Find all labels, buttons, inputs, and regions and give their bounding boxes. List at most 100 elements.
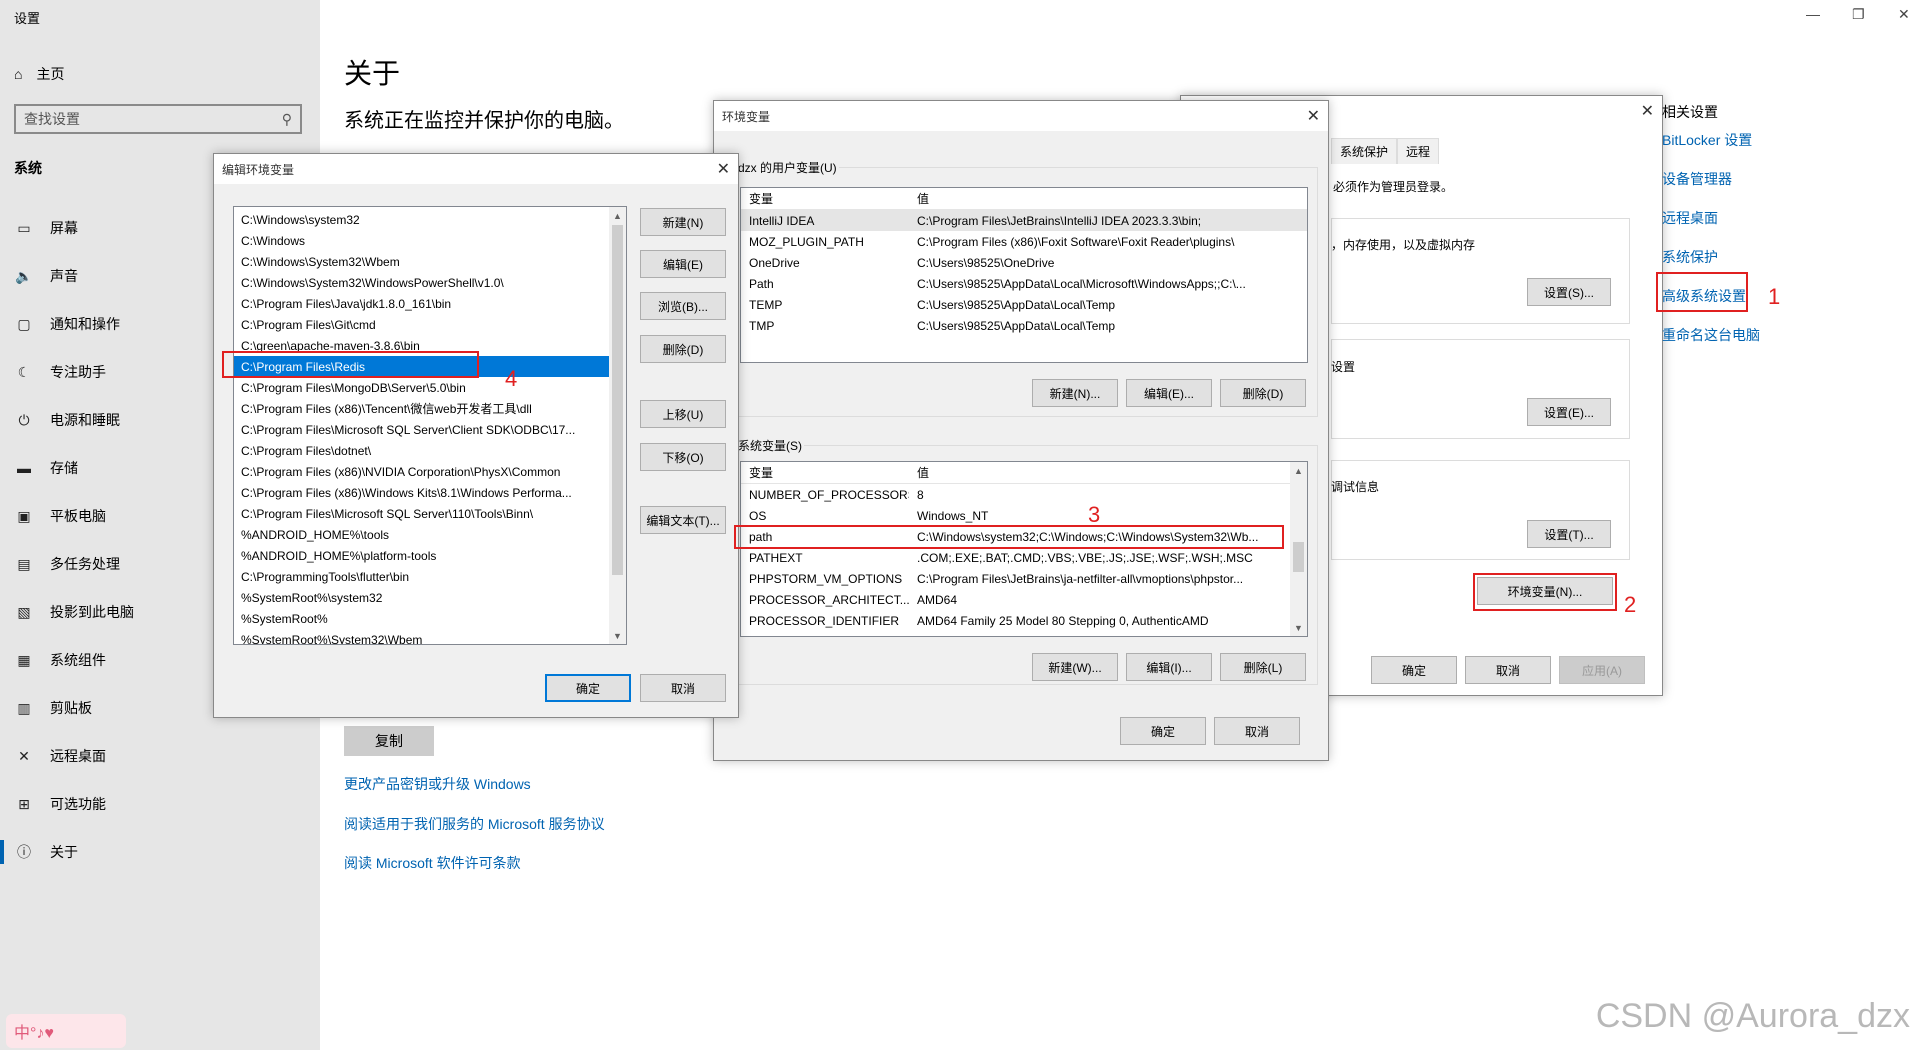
- path-entry[interactable]: C:\Program Files\Git\cmd: [234, 314, 609, 335]
- path-entry[interactable]: %ANDROID_HOME%\platform-tools: [234, 545, 609, 566]
- restore-button[interactable]: ❐: [1852, 6, 1865, 23]
- user-var-row[interactable]: IntelliJ IDEA C:\Program Files\JetBrains\…: [741, 210, 1307, 231]
- close-window-button[interactable]: ✕: [1898, 6, 1910, 23]
- user-var-row[interactable]: MOZ_PLUGIN_PATH C:\Program Files (x86)\Fo…: [741, 231, 1307, 252]
- nav-home[interactable]: ⌂ 主页: [14, 64, 64, 84]
- var-name: NUMBER_OF_PROCESSORS: [749, 487, 909, 502]
- system-var-row[interactable]: NUMBER_OF_PROCESSORS 8: [741, 484, 1290, 505]
- nav-item[interactable]: ⓘ 关于: [0, 828, 320, 876]
- tab-system-protection[interactable]: 系统保护: [1331, 138, 1398, 164]
- move-down-button[interactable]: 下移(O): [640, 443, 726, 471]
- minimize-button[interactable]: —: [1806, 6, 1820, 22]
- path-entry[interactable]: C:\ProgrammingTools\flutter\bin: [234, 566, 609, 587]
- path-entry[interactable]: C:\Program Files (x86)\Windows Kits\8.1\…: [234, 482, 609, 503]
- system-vars-scrollbar[interactable]: ▲ ▼: [1290, 462, 1307, 636]
- scroll-up-icon[interactable]: ▲: [1290, 462, 1307, 479]
- system-vars-list[interactable]: 变量 值 NUMBER_OF_PROCESSORS 8 OS Windows_NT pa…: [740, 461, 1308, 637]
- path-entry[interactable]: C:\Windows: [234, 230, 609, 251]
- license-terms-link[interactable]: 阅读 Microsoft 软件许可条款: [344, 853, 521, 873]
- service-agreement-link[interactable]: 阅读适用于我们服务的 Microsoft 服务协议: [344, 814, 605, 834]
- col-value[interactable]: 值: [909, 464, 1307, 481]
- edit-path-button[interactable]: 编辑(E): [640, 250, 726, 278]
- user-vars-list[interactable]: 变量 值 IntelliJ IDEA C:\Program Files\JetBr…: [740, 187, 1308, 363]
- upgrade-windows-link[interactable]: 更改产品密钥或升级 Windows: [344, 774, 531, 794]
- path-entry[interactable]: C:\Program Files\Microsoft SQL Server\Cl…: [234, 419, 609, 440]
- system-edit-button[interactable]: 编辑(I)...: [1126, 653, 1212, 681]
- editenv-ok-button[interactable]: 确定: [545, 674, 631, 702]
- ime-text: 中°♪♥: [14, 1025, 54, 1042]
- path-entry[interactable]: %SystemRoot%\system32: [234, 587, 609, 608]
- path-entry[interactable]: C:\Windows\System32\WindowsPowerShell\v1…: [234, 272, 609, 293]
- path-entry[interactable]: C:\Program Files (x86)\NVIDIA Corporatio…: [234, 461, 609, 482]
- path-entry[interactable]: C:\Program Files\Microsoft SQL Server\11…: [234, 503, 609, 524]
- path-list[interactable]: C:\Windows\system32 C:\Windows C:\Windows\…: [233, 206, 627, 645]
- search-placeholder: 查找设置: [24, 111, 80, 127]
- rename-pc-link[interactable]: 重命名这台电脑: [1662, 325, 1760, 364]
- scroll-down-icon[interactable]: ▼: [609, 627, 626, 644]
- col-variable[interactable]: 变量: [741, 464, 909, 481]
- sysprops-cancel-button[interactable]: 取消: [1465, 656, 1551, 684]
- search-input[interactable]: 查找设置 ⚲: [14, 104, 302, 134]
- scroll-thumb[interactable]: [612, 225, 623, 575]
- user-new-button[interactable]: 新建(N)...: [1032, 379, 1118, 407]
- edit-text-button[interactable]: 编辑文本(T)...: [640, 506, 726, 534]
- system-var-row[interactable]: PATHEXT .COM;.EXE;.BAT;.CMD;.VBS;.VBE;.JS…: [741, 547, 1290, 568]
- sysprops-apply-button[interactable]: 应用(A): [1559, 656, 1645, 684]
- nav-item[interactable]: ⊞ 可选功能: [0, 780, 320, 828]
- user-var-row[interactable]: OneDrive C:\Users\98525\OneDrive: [741, 252, 1307, 273]
- path-list-scrollbar[interactable]: ▲ ▼: [609, 207, 626, 644]
- ime-toolbar[interactable]: 中°♪♥: [6, 1014, 126, 1048]
- performance-settings-button[interactable]: 设置(S)...: [1527, 278, 1611, 306]
- system-var-row[interactable]: PROCESSOR_ARCHITECT... AMD64: [741, 589, 1290, 610]
- system-delete-button[interactable]: 删除(L): [1220, 653, 1306, 681]
- path-entry[interactable]: C:\Program Files\MongoDB\Server\5.0\bin: [234, 377, 609, 398]
- user-var-row[interactable]: Path C:\Users\98525\AppData\Local\Microso…: [741, 273, 1307, 294]
- copy-button[interactable]: 复制: [344, 726, 434, 756]
- scroll-down-icon[interactable]: ▼: [1290, 619, 1307, 636]
- user-vars-header: 变量 值: [741, 188, 1307, 210]
- nav-item[interactable]: ✕ 远程桌面: [0, 732, 320, 780]
- user-delete-button[interactable]: 删除(D): [1220, 379, 1306, 407]
- system-var-row[interactable]: PHPSTORM_VM_OPTIONS C:\Program Files\JetB…: [741, 568, 1290, 589]
- related-settings-title: 相关设置: [1662, 104, 1718, 120]
- path-entry[interactable]: C:\Windows\System32\Wbem: [234, 251, 609, 272]
- path-entry[interactable]: %SystemRoot%\System32\Wbem: [234, 629, 609, 645]
- path-entry[interactable]: C:\Program Files\dotnet\: [234, 440, 609, 461]
- envvars-cancel-button[interactable]: 取消: [1214, 717, 1300, 745]
- profile-settings-button[interactable]: 设置(E)...: [1527, 398, 1611, 426]
- user-edit-button[interactable]: 编辑(E)...: [1126, 379, 1212, 407]
- close-icon[interactable]: ✕: [1641, 101, 1654, 121]
- envvars-titlebar: 环境变量 ✕: [714, 101, 1328, 131]
- nav-item-label: 可选功能: [50, 796, 106, 812]
- path-entry[interactable]: C:\Program Files (x86)\Tencent\微信web开发者工…: [234, 398, 609, 419]
- move-up-button[interactable]: 上移(U): [640, 400, 726, 428]
- editenv-cancel-button[interactable]: 取消: [640, 674, 726, 702]
- system-var-row[interactable]: OS Windows_NT: [741, 505, 1290, 526]
- col-value[interactable]: 值: [909, 190, 1307, 207]
- edit-environment-variable-dialog: 编辑环境变量 ✕ C:\Windows\system32 C:\Windows C:…: [213, 153, 739, 718]
- system-new-button[interactable]: 新建(W)...: [1032, 653, 1118, 681]
- device-manager-link[interactable]: 设备管理器: [1662, 169, 1760, 208]
- tab-remote[interactable]: 远程: [1397, 138, 1440, 164]
- path-entry[interactable]: %ANDROID_HOME%\tools: [234, 524, 609, 545]
- path-entry[interactable]: C:\Windows\system32: [234, 209, 609, 230]
- remote-desktop-link[interactable]: 远程桌面: [1662, 208, 1760, 247]
- close-icon[interactable]: ✕: [1307, 106, 1320, 126]
- user-var-row[interactable]: TEMP C:\Users\98525\AppData\Local\Temp: [741, 294, 1307, 315]
- startup-settings-button[interactable]: 设置(T)...: [1527, 520, 1611, 548]
- delete-path-button[interactable]: 删除(D): [640, 335, 726, 363]
- browse-button[interactable]: 浏览(B)...: [640, 292, 726, 320]
- col-variable[interactable]: 变量: [741, 190, 909, 207]
- scroll-thumb[interactable]: [1293, 542, 1304, 572]
- features-icon: ⊞: [18, 795, 30, 812]
- close-icon[interactable]: ✕: [717, 159, 730, 179]
- scroll-up-icon[interactable]: ▲: [609, 207, 626, 224]
- path-entry[interactable]: %SystemRoot%: [234, 608, 609, 629]
- envvars-ok-button[interactable]: 确定: [1120, 717, 1206, 745]
- sysprops-ok-button[interactable]: 确定: [1371, 656, 1457, 684]
- system-var-row[interactable]: PROCESSOR_IDENTIFIER AMD64 Family 25 Mode…: [741, 610, 1290, 631]
- bitlocker-link[interactable]: BitLocker 设置: [1662, 130, 1760, 169]
- new-path-button[interactable]: 新建(N): [640, 208, 726, 236]
- path-entry[interactable]: C:\Program Files\Java\jdk1.8.0_161\bin: [234, 293, 609, 314]
- user-var-row[interactable]: TMP C:\Users\98525\AppData\Local\Temp: [741, 315, 1307, 336]
